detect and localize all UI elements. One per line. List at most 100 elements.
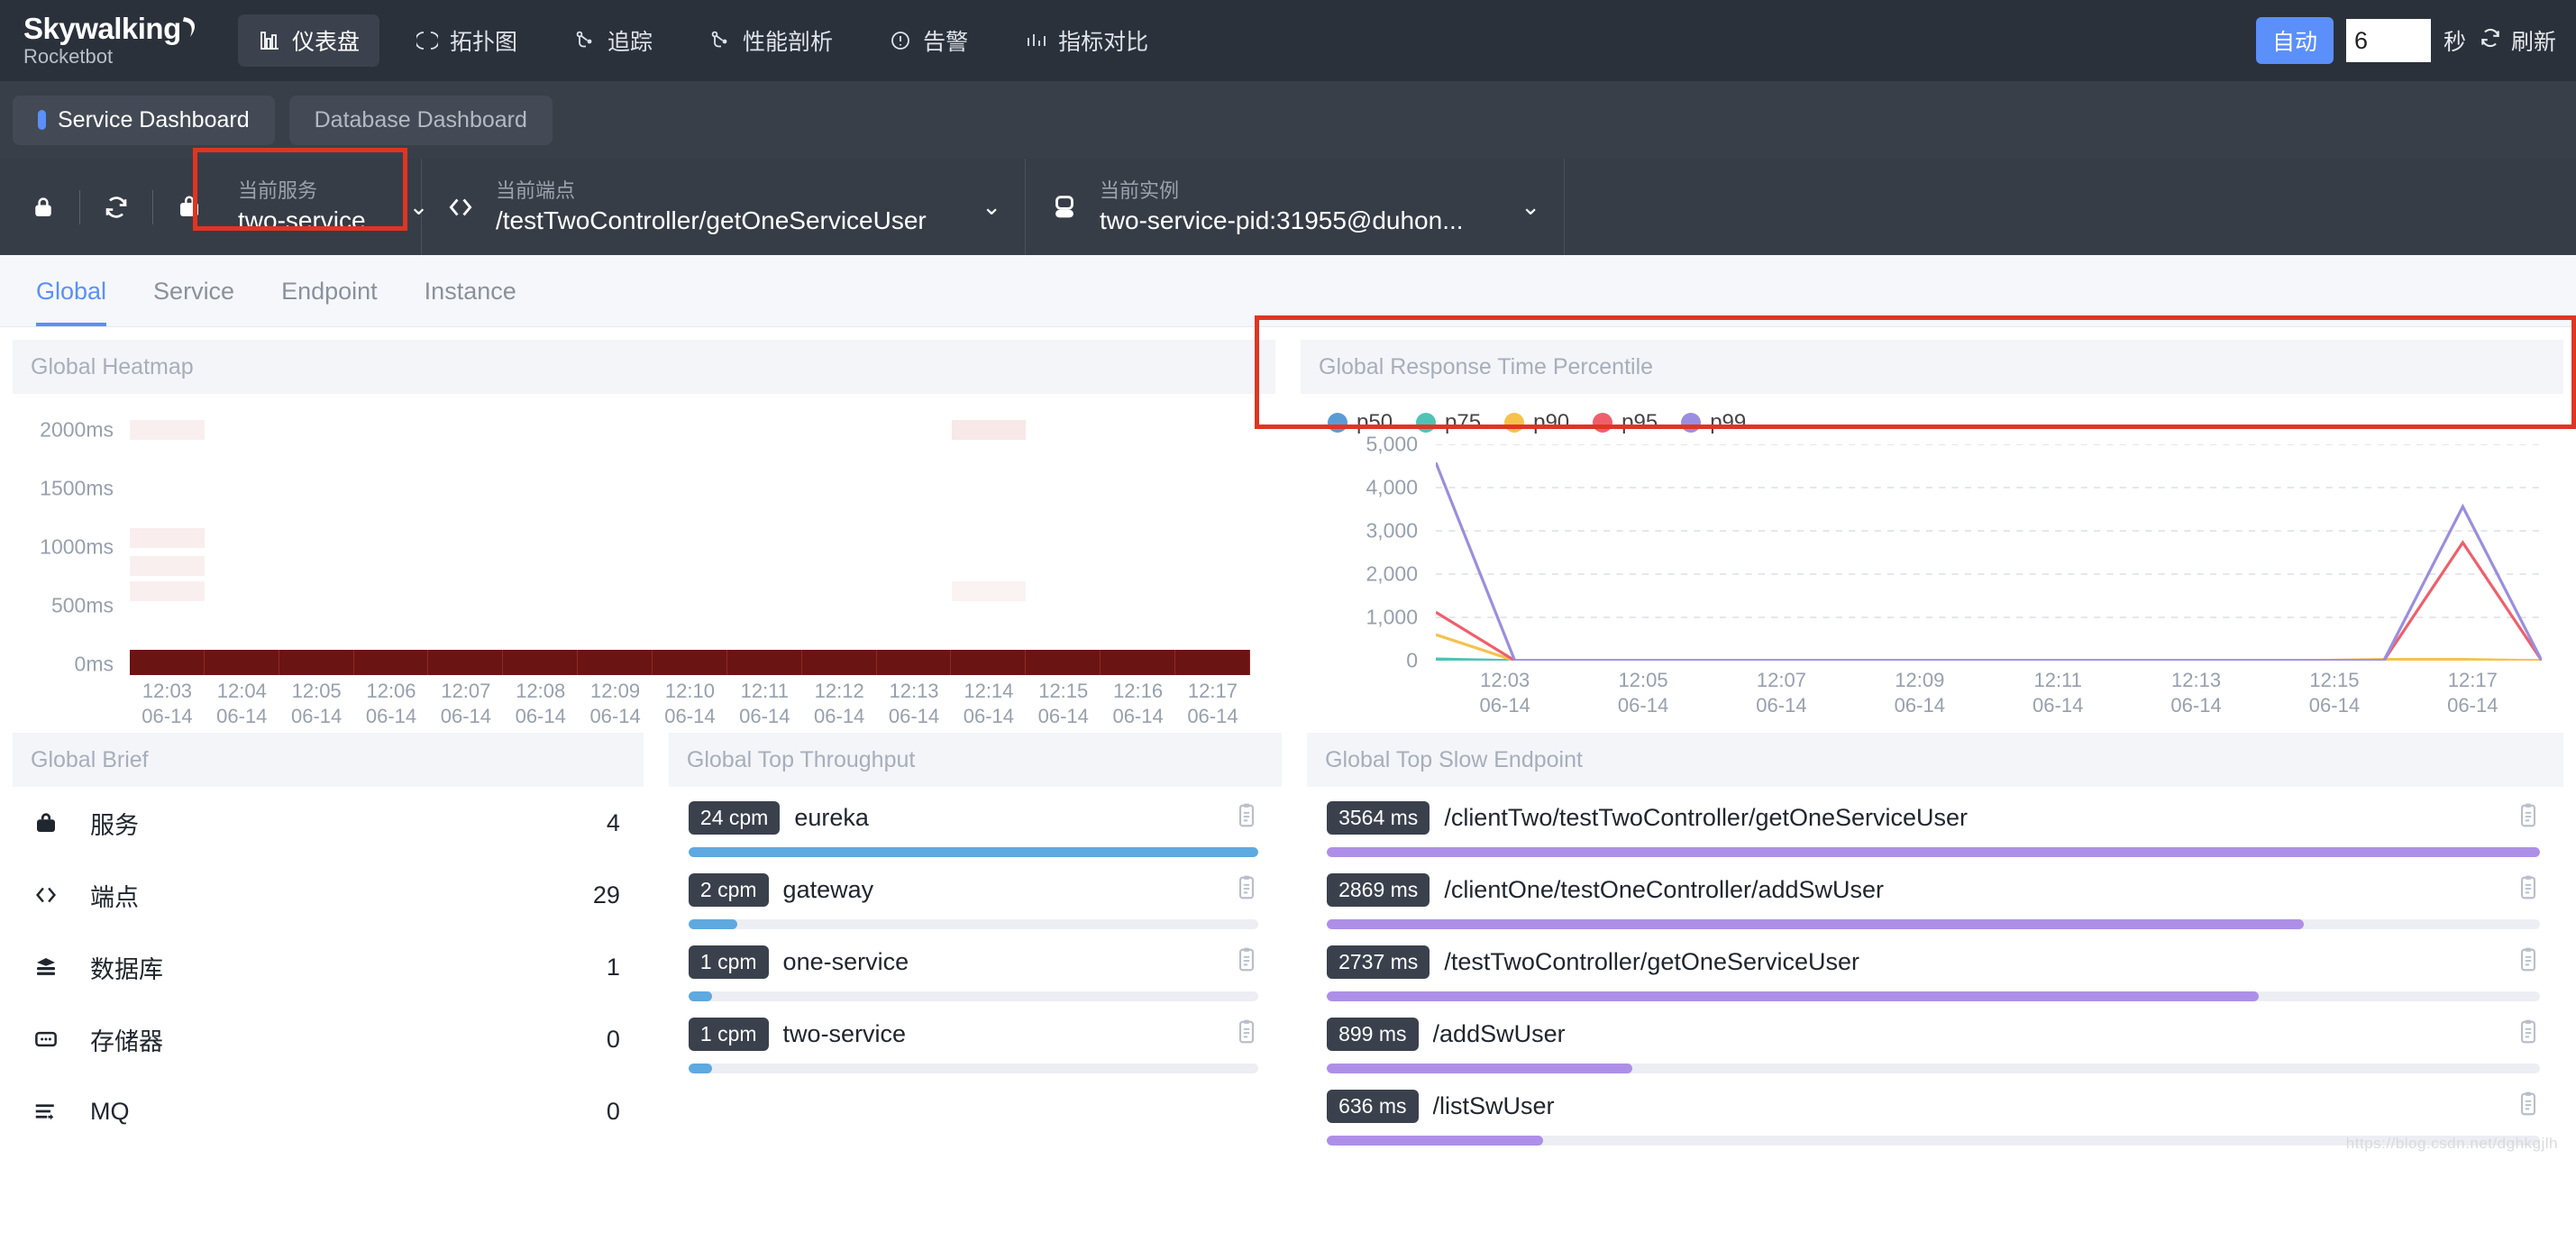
brand-logo[interactable]: Skywalking Rocketbot	[23, 13, 213, 68]
slow-endpoint-row[interactable]: 3564 ms/clientTwo/testTwoController/getO…	[1307, 787, 2563, 859]
auto-refresh-button[interactable]: 自动	[2255, 17, 2334, 64]
heatmap-baseline-cell[interactable]	[205, 650, 279, 675]
legend-item-p99[interactable]: p99	[1681, 410, 1746, 435]
chevron-down-icon[interactable]: ⌄	[958, 193, 1001, 221]
heatmap-baseline-cell[interactable]	[802, 650, 877, 675]
copy-icon[interactable]	[2517, 802, 2540, 834]
heatmap-baseline-cell[interactable]	[503, 650, 579, 675]
alarm-icon	[889, 29, 912, 52]
refresh-interval-input[interactable]	[2345, 19, 2431, 62]
heatmap-baseline-cell[interactable]	[951, 650, 1027, 675]
top-navigation-bar: Skywalking Rocketbot 仪表盘 拓扑图 追踪 性能剖析 告警 …	[0, 0, 2576, 81]
heatmap-baseline-cell[interactable]	[1026, 650, 1101, 675]
slow-endpoint-row[interactable]: 899 ms/addSwUser	[1307, 1003, 2563, 1075]
panel-global-brief: Global Brief 服务 4 端点 29 数据库 1 存储器 0 MQ 0	[13, 733, 644, 1147]
reload-icon[interactable]	[91, 194, 142, 221]
service-icon[interactable]	[164, 194, 215, 221]
copy-icon[interactable]	[2517, 1091, 2540, 1122]
heatmap-baseline-cell[interactable]	[279, 650, 354, 675]
nav-item-compare[interactable]: 指标对比	[1004, 14, 1168, 67]
tab-global[interactable]: Global	[13, 256, 130, 326]
copy-icon[interactable]	[2517, 946, 2540, 978]
legend-color-dot	[1593, 413, 1613, 433]
throughput-value-badge: 2 cpm	[688, 873, 769, 907]
legend-color-dot	[1504, 413, 1525, 433]
refresh-label: 刷新	[2510, 30, 2556, 55]
copy-icon[interactable]	[1235, 1018, 1258, 1050]
heatmap-baseline-cell[interactable]	[354, 650, 429, 675]
throughput-row[interactable]: 1 cpm one-service	[669, 931, 1282, 1003]
nav-item-profile[interactable]: 性能剖析	[689, 14, 853, 67]
lock-icon[interactable]	[18, 194, 69, 221]
heatmap-cell[interactable]	[130, 420, 205, 440]
slow-endpoint-name: /clientOne/testOneController/addSwUser	[1444, 876, 1885, 903]
slow-endpoint-name: /clientTwo/testTwoController/getOneServi…	[1444, 804, 1969, 831]
percentile-plot-area	[1436, 443, 2542, 661]
selector-current-service[interactable]: 当前服务 two-service ⌄	[215, 159, 428, 255]
throughput-row[interactable]: 1 cpm two-service	[669, 1003, 1282, 1075]
tab-service[interactable]: Service	[130, 256, 258, 326]
throughput-row[interactable]: 2 cpm gateway	[669, 859, 1282, 931]
chevron-down-icon[interactable]: ⌄	[1497, 193, 1540, 221]
heatmap-baseline-cell[interactable]	[130, 650, 205, 675]
heatmap-x-tick: 12:14 06-14	[963, 680, 1015, 727]
heatmap-baseline-cell[interactable]	[653, 650, 727, 675]
legend-label: p99	[1710, 410, 1747, 434]
heatmap-baseline-cell[interactable]	[1175, 650, 1250, 675]
panel-title-throughput: Global Top Throughput	[668, 733, 1283, 787]
legend-item-p90[interactable]: p90	[1504, 410, 1569, 435]
heatmap-x-tick: 12:17 06-14	[1187, 680, 1238, 727]
nav-item-alarm[interactable]: 告警	[869, 14, 988, 67]
heatmap-baseline-cell[interactable]	[1101, 650, 1176, 675]
percentile-x-tick: 12:09 06-14	[1894, 669, 1945, 717]
tab-endpoint[interactable]: Endpoint	[258, 256, 401, 326]
legend-item-p75[interactable]: p75	[1416, 410, 1481, 435]
tab-instance[interactable]: Instance	[401, 256, 540, 326]
brand-name: Skywalking	[23, 13, 213, 45]
throughput-row-header: 1 cpm one-service	[688, 945, 1258, 979]
percentile-legend: p50 p75 p90 p95 p99	[1301, 394, 2563, 435]
heatmap-cell[interactable]	[130, 527, 205, 548]
heatmap-cell[interactable]	[130, 581, 205, 602]
heatmap-cell[interactable]	[951, 420, 1027, 440]
throughput-bar-fill	[688, 919, 737, 929]
heatmap-x-tick: 12:11 06-14	[739, 680, 790, 727]
nav-item-trace[interactable]: 追踪	[553, 14, 672, 67]
percentile-x-axis: 12:03 06-14 12:05 06-14 12:07 06-14 12:09 06-14…	[1436, 668, 2542, 718]
copy-icon[interactable]	[2517, 874, 2540, 906]
refresh-button[interactable]: 刷新	[2479, 24, 2556, 57]
code-icon	[445, 192, 476, 223]
heatmap-x-tick: 12:15 06-14	[1037, 680, 1089, 727]
heatmap-baseline-cell[interactable]	[578, 650, 653, 675]
nav-item-topology[interactable]: 拓扑图	[396, 14, 537, 67]
percentile-y-axis: 0 1,000 2,000 3,000 4,000 5,000	[1301, 433, 1427, 672]
tab-database-dashboard[interactable]: Database Dashboard	[288, 95, 553, 145]
percentile-x-tick: 12:13 06-14	[2170, 669, 2222, 717]
selector-current-instance[interactable]: 当前实例 two-service-pid:31955@duhon... ⌄	[1026, 159, 1565, 255]
brief-label-cache: 存储器	[90, 1027, 163, 1055]
tab-database-dashboard-label: Database Dashboard	[314, 106, 527, 132]
swoosh-icon	[182, 15, 198, 42]
heatmap-y-tick: 1500ms	[40, 476, 114, 500]
nav-item-dashboard[interactable]: 仪表盘	[238, 14, 380, 67]
heatmap-baseline-cell[interactable]	[727, 650, 802, 675]
heatmap-x-axis: 12:03 06-14 12:04 06-14 12:05 06-14 12:06 06-14…	[130, 679, 1250, 729]
brief-value-endpoint: 29	[592, 881, 620, 908]
copy-icon[interactable]	[1235, 802, 1258, 834]
heatmap-cell[interactable]	[951, 581, 1027, 602]
throughput-value-badge: 1 cpm	[688, 1018, 769, 1051]
slow-endpoint-row-header: 636 ms/listSwUser	[1327, 1090, 2540, 1123]
slow-endpoint-row[interactable]: 2869 ms/clientOne/testOneController/addS…	[1307, 859, 2563, 931]
heatmap-baseline-cell[interactable]	[428, 650, 504, 675]
heatmap-baseline-cell[interactable]	[877, 650, 952, 675]
throughput-row[interactable]: 24 cpm eureka	[669, 787, 1282, 859]
copy-icon[interactable]	[2517, 1018, 2540, 1050]
heatmap-cell[interactable]	[130, 555, 205, 576]
tab-service-dashboard[interactable]: Service Dashboard	[13, 95, 275, 145]
copy-icon[interactable]	[1235, 874, 1258, 906]
legend-item-p95[interactable]: p95	[1593, 410, 1658, 435]
slow-endpoint-row[interactable]: 2737 ms/testTwoController/getOneServiceU…	[1307, 931, 2563, 1003]
throughput-bar-track	[688, 919, 1259, 929]
copy-icon[interactable]	[1235, 946, 1258, 978]
selector-current-endpoint[interactable]: 当前端点 /testTwoController/getOneServiceUse…	[422, 159, 1026, 255]
